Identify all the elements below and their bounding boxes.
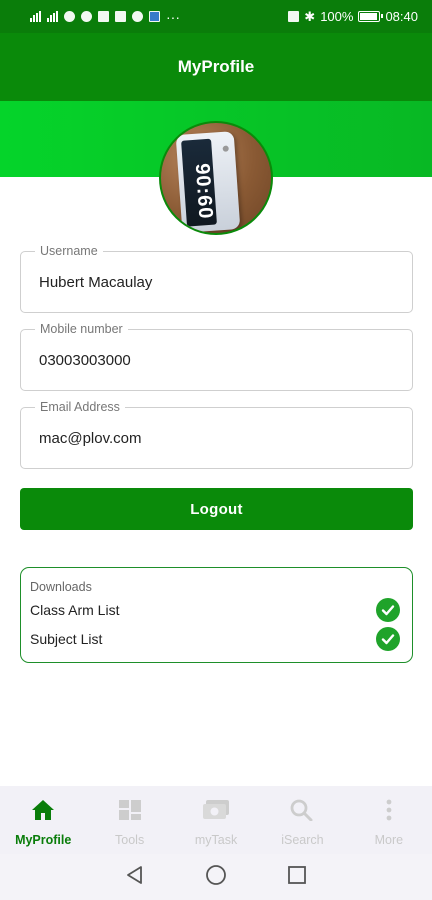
more-notifications-icon: ··· — [166, 8, 180, 25]
nav-item-isearch[interactable]: iSearch — [259, 786, 345, 854]
bluetooth-icon: ✱ — [304, 8, 316, 24]
check-circle-icon — [376, 627, 400, 651]
nav-label: iSearch — [281, 833, 324, 847]
notification-icon — [81, 11, 92, 22]
download-item-label: Subject List — [30, 631, 103, 647]
download-item-subject-list[interactable]: Subject List — [30, 626, 400, 652]
avatar[interactable]: 90:60 — [159, 121, 273, 235]
username-value[interactable]: Hubert Macaulay — [39, 274, 152, 291]
more-vertical-icon — [377, 799, 401, 826]
phone-screen: 90:60 — [181, 138, 217, 227]
wifi-icon — [64, 11, 75, 22]
downloads-title: Downloads — [30, 580, 92, 594]
status-left-icons: ··· — [30, 10, 180, 24]
nav-item-tools[interactable]: Tools — [86, 786, 172, 854]
status-right-icons: ✱ 100% 08:40 — [288, 9, 418, 25]
logout-button[interactable]: Logout — [20, 488, 413, 530]
downloads-card: Downloads Class Arm List Subject List — [20, 567, 413, 663]
nav-label: MyProfile — [15, 833, 72, 847]
bottom-nav: MyProfile Tools myTask iSearch More — [0, 786, 432, 854]
phone-time: 90:60 — [190, 162, 217, 221]
task-icon — [202, 799, 230, 826]
back-icon[interactable] — [125, 865, 145, 890]
nav-item-more[interactable]: More — [346, 786, 432, 854]
username-field[interactable]: Username Hubert Macaulay — [20, 244, 413, 313]
nav-label: More — [374, 833, 404, 847]
email-value[interactable]: mac@plov.com — [39, 430, 141, 447]
mobile-number-value[interactable]: 03003003000 — [39, 352, 131, 369]
nav-item-myprofile[interactable]: MyProfile — [0, 786, 86, 854]
settings-notification-icon — [132, 11, 143, 22]
username-label: Username — [35, 244, 103, 258]
mobile-number-label: Mobile number — [35, 322, 128, 336]
shield-icon — [149, 11, 160, 22]
app-notification-icon — [98, 11, 109, 22]
battery-icon — [358, 11, 384, 22]
battery-percent: 100% — [320, 9, 354, 24]
email-label: Email Address — [35, 400, 125, 414]
nav-item-mytask[interactable]: myTask — [173, 786, 259, 854]
signal-icon — [47, 11, 58, 22]
app-notification-icon — [115, 11, 126, 22]
recents-icon[interactable] — [287, 865, 307, 890]
nfc-icon — [288, 11, 300, 22]
status-bar: ··· ✱ 100% 08:40 — [0, 0, 432, 33]
home-icon — [31, 799, 55, 826]
camera-lens — [222, 145, 229, 152]
download-item-label: Class Arm List — [30, 602, 120, 618]
check-circle-icon — [376, 598, 400, 622]
app-bar: MyProfile — [0, 33, 432, 101]
system-nav-bar — [0, 854, 432, 900]
grid-icon — [118, 799, 142, 826]
email-field[interactable]: Email Address mac@plov.com — [20, 400, 413, 469]
nav-label: myTask — [194, 833, 238, 847]
nav-label: Tools — [115, 833, 145, 847]
search-icon — [290, 799, 314, 826]
battery-fill — [360, 13, 378, 20]
signal-icon — [30, 11, 41, 22]
clock: 08:40 — [385, 9, 418, 24]
download-item-class-arm-list[interactable]: Class Arm List — [30, 597, 400, 623]
home-circle-icon[interactable] — [205, 864, 227, 891]
page-title: MyProfile — [177, 57, 255, 76]
mobile-number-field[interactable]: Mobile number 03003003000 — [20, 322, 413, 391]
phone-image: 90:60 — [175, 131, 241, 233]
